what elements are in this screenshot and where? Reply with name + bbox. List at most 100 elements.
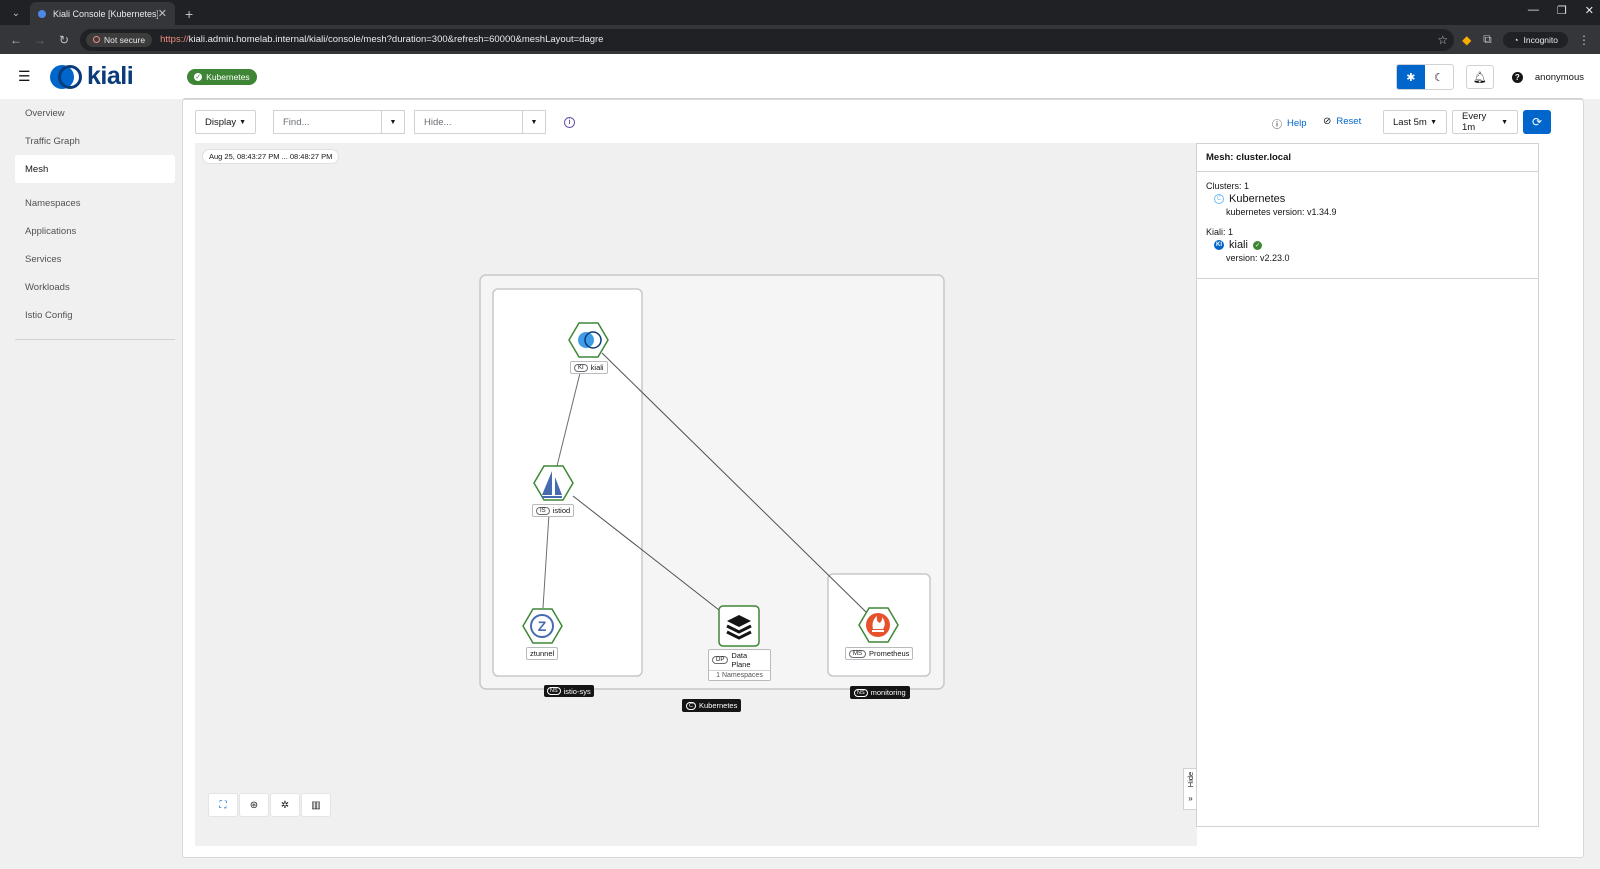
light-theme-button[interactable]: ✱: [1396, 65, 1425, 89]
sidebar-item-services[interactable]: Services: [15, 245, 175, 273]
find-options-toggle[interactable]: ▼: [381, 110, 405, 134]
bookmark-star-icon[interactable]: ☆: [1437, 33, 1448, 47]
tab-search-icon[interactable]: ⌄: [6, 3, 26, 23]
sidebar-item-applications[interactable]: Applications: [15, 217, 175, 245]
kiali-node-icon: [578, 332, 594, 348]
map-icon: ▥: [311, 799, 321, 811]
kiali-logo-icon: [50, 64, 84, 90]
hamburger-menu-icon[interactable]: ☰: [18, 68, 38, 85]
refresh-button[interactable]: ⟳: [1523, 110, 1551, 134]
sidebar-divider: [15, 339, 175, 340]
extension-icon[interactable]: ◆: [1462, 33, 1471, 47]
node-label-ztunnel: ztunnel: [526, 647, 559, 660]
box-label-monitoring: NS monitoring: [850, 686, 910, 699]
refresh-interval-dropdown[interactable]: Every 1m ▼: [1452, 110, 1518, 134]
url-scheme: https://: [160, 34, 189, 45]
hide-input[interactable]: Hide...: [414, 110, 522, 134]
not-secure-chip[interactable]: Not secure: [86, 32, 153, 47]
node-label-istiod: IS istiod: [532, 504, 575, 517]
cluster-badge: ✓ Kubernetes: [187, 68, 257, 85]
kiali-logo[interactable]: kiali: [50, 62, 134, 91]
help-button[interactable]: ⓘ Help: [1272, 116, 1307, 131]
sidebar-item-workloads[interactable]: Workloads: [15, 273, 175, 301]
browser-tab[interactable]: Kiali Console [Kubernetes] ✕: [30, 2, 175, 25]
theme-toggle: ✱ ☾: [1395, 64, 1454, 90]
help-question-icon[interactable]: ?: [1511, 71, 1523, 83]
kiali-badge-icon: KI: [1214, 240, 1224, 250]
masthead-tools: ✱ ☾ 🔔︎ ? anonymous: [1395, 64, 1584, 90]
find-input[interactable]: Find...: [273, 110, 381, 134]
side-panel-body: Clusters: 1 C Kubernetes kubernetes vers…: [1197, 172, 1538, 279]
caret-down-icon: ▼: [1501, 118, 1508, 126]
info-icon[interactable]: i: [564, 117, 575, 128]
browser-menu-icon[interactable]: ⋮: [1576, 33, 1592, 47]
close-tab-icon[interactable]: ✕: [158, 7, 167, 20]
sidebar-item-mesh[interactable]: Mesh: [15, 155, 175, 183]
tab-title: Kiali Console [Kubernetes]: [53, 8, 158, 19]
double-chevron-icon: »: [1188, 794, 1193, 803]
extensions-puzzle-icon[interactable]: ⧉: [1479, 32, 1495, 47]
node-label-data-plane: DP Data Plane 1 Namespaces: [708, 649, 771, 681]
caret-down-icon: ▼: [530, 118, 538, 126]
user-menu[interactable]: anonymous: [1535, 72, 1584, 83]
check-circle-icon: ✓: [194, 72, 203, 81]
hide-options-toggle[interactable]: ▼: [522, 110, 546, 134]
display-dropdown[interactable]: Display ▼: [195, 110, 256, 134]
node-data-plane[interactable]: [718, 605, 760, 647]
mesh-graph-canvas[interactable]: Aug 25, 08:43:27 PM ... 08:48:27 PM Z KI…: [195, 143, 1197, 846]
cluster-entry[interactable]: C Kubernetes: [1214, 193, 1529, 205]
close-window-icon[interactable]: ✕: [1585, 4, 1594, 17]
cluster-icon: C: [1214, 194, 1224, 204]
caret-down-icon: ▼: [1430, 118, 1437, 126]
incognito-indicator[interactable]: ◔ Incognito: [1503, 31, 1568, 48]
node-label-prometheus: MS Prometheus: [845, 647, 914, 660]
minimize-icon[interactable]: —: [1528, 4, 1539, 17]
url-text: kiali.admin.homelab.internal/kiali/conso…: [188, 34, 604, 45]
caret-down-icon: ▼: [239, 118, 246, 126]
layout-dagre-button[interactable]: ⊛: [240, 794, 268, 816]
kiali-heading: Kiali: 1: [1206, 227, 1234, 237]
mesh-page: Display ▼ Find... ▼ Hide... ▼ i ⓘ Help ⊘…: [183, 100, 1583, 857]
browser-tabbar: ⌄ Kiali Console [Kubernetes] ✕ + — ❐ ✕: [0, 0, 1600, 25]
legend-button[interactable]: ▥: [302, 794, 330, 816]
sidebar-item-traffic-graph[interactable]: Traffic Graph: [15, 127, 175, 155]
restore-icon[interactable]: ❐: [1557, 4, 1567, 17]
dark-theme-button[interactable]: ☾: [1425, 65, 1453, 89]
expand-icon: ⛶: [219, 799, 227, 811]
graph-toolbar: ⛶ ⊛ ✲ ▥: [209, 794, 330, 816]
sidebar-item-istio-config[interactable]: Istio Config: [15, 301, 175, 329]
notifications-button[interactable]: 🔔︎: [1465, 65, 1494, 89]
node-label-kiali: KI kiali: [570, 361, 608, 374]
sync-icon: ⟳: [1531, 115, 1543, 129]
topology-icon: ⊛: [249, 799, 259, 811]
kiali-entry[interactable]: KI kiali ✓: [1214, 239, 1529, 251]
help-circle-icon: ⓘ: [1272, 120, 1282, 131]
moon-icon: ☾: [1433, 71, 1444, 84]
layout-cose-button[interactable]: ✲: [271, 794, 299, 816]
mesh-side-panel: Mesh: cluster.local Clusters: 1 C Kubern…: [1196, 143, 1539, 827]
back-icon[interactable]: ←: [8, 33, 24, 47]
clusters-heading: Clusters: 1: [1206, 181, 1250, 191]
duration-dropdown[interactable]: Last 5m ▼: [1383, 110, 1447, 134]
svg-text:Z: Z: [538, 618, 547, 634]
forward-icon[interactable]: →: [32, 33, 48, 47]
cluster-version: kubernetes version: v1.34.9: [1226, 207, 1337, 217]
browser-addressbar: ← → ↻ Not secure https:// kiali.admin.ho…: [0, 25, 1600, 54]
mesh-graph-svg: Z: [479, 274, 945, 690]
healthy-check-icon: ✓: [1252, 240, 1262, 250]
reset-button[interactable]: ⊘ Reset: [1323, 116, 1361, 127]
window-controls: — ❐ ✕: [1528, 4, 1594, 17]
sidebar-nav: Overview Traffic Graph Mesh Namespaces A…: [15, 99, 175, 340]
sidebar-item-overview[interactable]: Overview: [15, 99, 175, 127]
new-tab-icon[interactable]: +: [185, 6, 193, 22]
reload-icon[interactable]: ↻: [56, 33, 72, 47]
zoom-to-fit-button[interactable]: ⛶: [209, 794, 237, 816]
hide-panel-tab[interactable]: Hide »: [1183, 768, 1197, 810]
url-bar[interactable]: Not secure https:// kiali.admin.homelab.…: [80, 28, 1455, 51]
bell-icon: 🔔︎: [1472, 71, 1487, 84]
reset-icon: ⊘: [1323, 116, 1332, 127]
kiali-version: version: v2.23.0: [1226, 253, 1290, 263]
favicon-icon: [38, 9, 46, 18]
mesh-toolbar: Display ▼ Find... ▼ Hide... ▼ i ⓘ Help ⊘…: [195, 110, 1571, 134]
sidebar-item-namespaces[interactable]: Namespaces: [15, 189, 175, 217]
